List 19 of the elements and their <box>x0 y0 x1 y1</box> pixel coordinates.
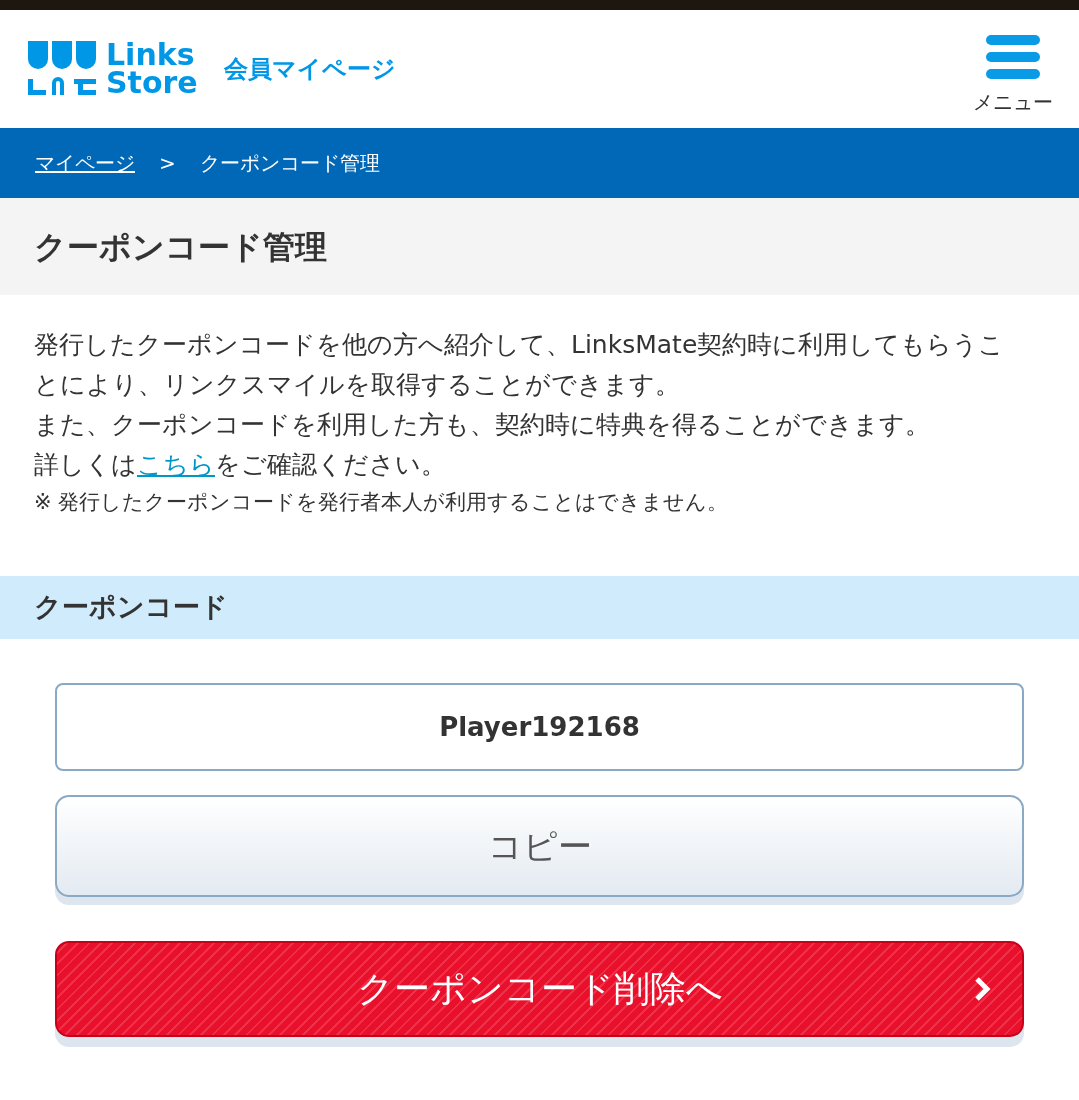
breadcrumb-current: クーポンコード管理 <box>199 150 380 177</box>
description-text: また、クーポンコードを利用した方も、契約時に特典を得ることができます。 <box>34 409 931 441</box>
logo-text: Links <box>106 41 195 69</box>
coupon-code-field[interactable]: Player192168 <box>55 683 1024 771</box>
logo[interactable]: Links Store <box>26 41 198 97</box>
description-text: 発行したクーポンコードを他の方へ紹介して、LinksMate契約時に利用してもらうことにより、リンクスマイルを取得することができます。 <box>34 329 1006 401</box>
logo-icon <box>26 41 98 97</box>
breadcrumb-separator: > <box>159 150 176 177</box>
section-title: クーポンコード <box>34 590 228 625</box>
site-title: 会員マイページ <box>223 54 396 85</box>
page-title: クーポンコード管理 <box>34 226 327 268</box>
breadcrumb-link[interactable]: マイページ <box>35 148 135 178</box>
note-text: ※ 発行したクーポンコードを発行者本人が利用することはできません。 <box>34 489 730 516</box>
description-text: 詳しくは こちら をご確認ください。 <box>34 449 447 481</box>
chevron-right-icon <box>974 976 992 1002</box>
menu-icon <box>986 35 1040 79</box>
details-link[interactable]: こちら <box>137 450 215 479</box>
logo-text: Store <box>106 69 198 97</box>
menu-button[interactable]: メニュー <box>973 35 1053 117</box>
